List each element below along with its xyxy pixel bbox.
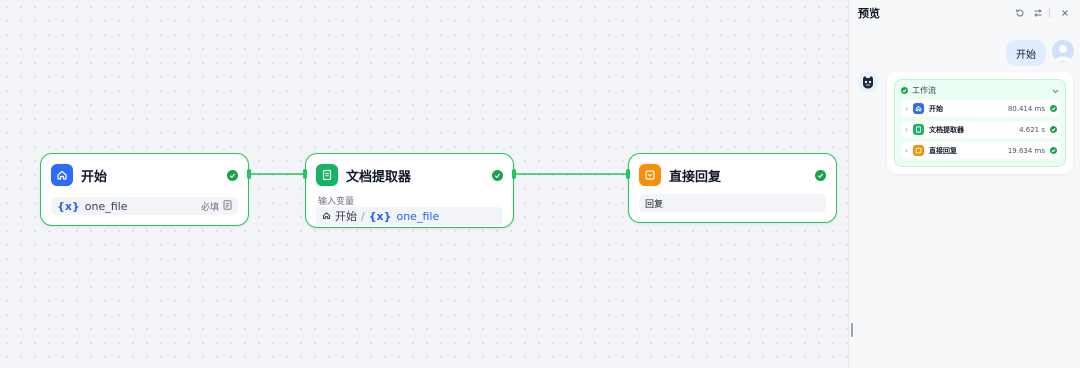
home-icon <box>322 210 331 223</box>
input-variable-row: {x} one_file 必填 <box>51 197 238 215</box>
refresh-icon[interactable] <box>1013 6 1027 20</box>
reply-field: 回复 <box>639 194 826 212</box>
node-document-extractor[interactable]: 文档提取器 输入变量 开始 / {x} one_file <box>305 153 514 228</box>
run-step-document-extractor[interactable]: › 文档提取器 4.621 s <box>901 121 1061 138</box>
variables-icon[interactable] <box>1031 6 1045 20</box>
reply-icon <box>639 164 661 186</box>
success-check-icon <box>227 169 238 181</box>
bot-message: 工作流 › 开始 80.414 ms › 文档提取器 4.621 s › 直接回… <box>887 72 1073 174</box>
run-step-name: 文档提取器 <box>929 125 964 134</box>
success-check-icon <box>815 169 826 181</box>
variable-icon: {x} <box>57 199 80 213</box>
source-node-name: 开始 <box>335 210 357 223</box>
node-title: 直接回复 <box>669 169 722 185</box>
panel-toolbar <box>1009 6 1072 20</box>
home-icon <box>51 164 73 186</box>
workflow-canvas[interactable]: 开始 {x} one_file 必填 文档提取器 输入变量 开始 / {x} o… <box>0 0 848 368</box>
input-handle[interactable] <box>626 169 630 179</box>
node-start[interactable]: 开始 {x} one_file 必填 <box>40 153 249 226</box>
panel-title: 预览 <box>858 7 880 20</box>
preview-panel: 预览 开始 工作流 › 开始 80.414 ms › 文档提取器 4.621 s… <box>848 0 1080 368</box>
document-icon <box>913 124 924 135</box>
variable-name: one_file <box>396 209 440 223</box>
variable-icon: {x} <box>368 209 392 223</box>
success-check-icon <box>1050 147 1057 154</box>
panel-resize-handle[interactable] <box>851 323 853 337</box>
document-icon <box>316 164 338 186</box>
reply-label: 回复 <box>645 199 664 210</box>
path-separator: / <box>361 209 365 223</box>
success-check-icon <box>1050 126 1057 133</box>
output-handle[interactable] <box>512 169 516 179</box>
toolbar-divider <box>1049 8 1050 18</box>
input-variable-label: 输入变量 <box>318 197 355 207</box>
run-step-name: 直接回复 <box>929 146 957 155</box>
variable-name: one_file <box>84 199 128 213</box>
input-handle[interactable] <box>303 169 307 179</box>
chevron-right-icon: › <box>905 146 909 155</box>
output-handle[interactable] <box>247 169 251 179</box>
run-step-time: 19.634 ms <box>1007 146 1045 155</box>
chevron-right-icon: › <box>905 104 909 113</box>
bot-avatar <box>858 72 878 92</box>
run-step-name: 开始 <box>929 104 943 113</box>
node-direct-reply[interactable]: 直接回复 回复 <box>628 153 837 223</box>
run-step-time: 4.621 s <box>1019 125 1045 134</box>
close-icon[interactable] <box>1058 6 1072 20</box>
success-check-icon <box>492 169 503 181</box>
run-step-direct-reply[interactable]: › 直接回复 19.634 ms <box>901 142 1061 159</box>
node-title: 文档提取器 <box>346 169 412 185</box>
home-icon <box>913 103 924 114</box>
file-type-icon <box>223 199 232 213</box>
reply-icon <box>913 145 924 156</box>
required-label: 必填 <box>200 202 219 213</box>
success-check-icon <box>901 86 908 94</box>
workflow-run-header[interactable]: 工作流 <box>901 84 1059 96</box>
success-check-icon <box>1050 105 1057 112</box>
input-variable-row: 开始 / {x} one_file <box>316 207 503 225</box>
workflow-run-label: 工作流 <box>912 85 936 95</box>
chevron-down-icon[interactable] <box>1052 84 1059 97</box>
user-message: 开始 <box>1006 40 1046 66</box>
run-step-start[interactable]: › 开始 80.414 ms <box>901 100 1061 117</box>
run-step-time: 80.414 ms <box>1007 104 1045 113</box>
node-title: 开始 <box>81 169 108 185</box>
chevron-right-icon: › <box>905 125 909 134</box>
workflow-run-panel[interactable]: 工作流 › 开始 80.414 ms › 文档提取器 4.621 s › 直接回… <box>894 79 1066 167</box>
user-avatar <box>1052 40 1074 62</box>
